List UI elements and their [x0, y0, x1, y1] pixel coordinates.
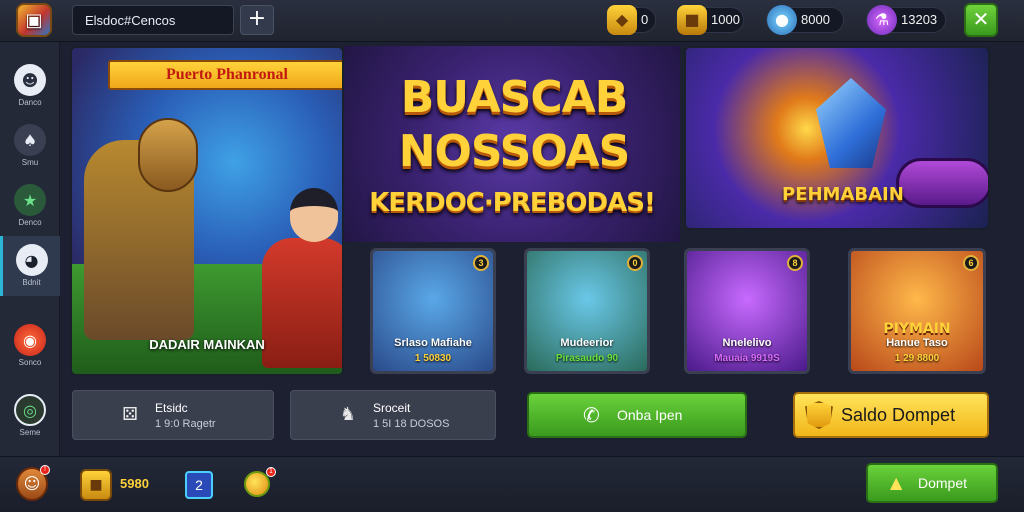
- cannon-art: [896, 158, 988, 208]
- play-now-button[interactable]: ✆ Onba Ipen: [527, 392, 747, 438]
- sidebar-item-label: Seme: [19, 428, 41, 437]
- card-title: Nnelelivo: [722, 337, 772, 349]
- fruit-notification-badge: 1: [266, 467, 276, 477]
- card-title: Hanue Taso: [886, 337, 948, 349]
- card-headline: PIYMAIN: [883, 321, 951, 337]
- orb-icon: ●: [767, 5, 797, 35]
- card-subtitle: 1 50830: [414, 353, 452, 364]
- info-title: Sroceit: [373, 401, 411, 415]
- resource-gold[interactable]: ■ 1000: [676, 5, 744, 35]
- sidebar-item-label: Denco: [18, 218, 42, 227]
- sidebar-item-bdnit[interactable]: ◕ Bdnit: [0, 236, 60, 296]
- resource-gems[interactable]: ◆ 0: [606, 5, 656, 35]
- potion-icon: ⚗: [867, 5, 897, 35]
- promo-card[interactable]: PEHMABAIN: [684, 46, 990, 230]
- wallet-button-label: Dompet: [918, 475, 968, 491]
- wallet-balance-label: Saldo Dompet: [841, 405, 956, 425]
- info-title: Etsidc: [155, 401, 188, 415]
- resource-potions[interactable]: ⚗ 13203: [866, 5, 946, 35]
- card-badge: 3: [473, 255, 489, 271]
- sidebar-item-sonco[interactable]: ◉ Sonco: [0, 316, 60, 376]
- sidebar-item-label: Sonco: [18, 358, 42, 367]
- avatar-notification-badge: !: [40, 465, 50, 475]
- wallet-balance-button[interactable]: Saldo Dompet: [793, 392, 989, 438]
- app-logo[interactable]: ▣: [16, 3, 52, 37]
- resource-gold-value: 1000: [711, 12, 740, 27]
- card-badge: 6: [963, 255, 979, 271]
- level-box-icon[interactable]: 2: [185, 471, 213, 499]
- sidebar-item-danco[interactable]: ☻ Danco: [0, 56, 60, 116]
- target-icon: ◎: [14, 394, 46, 426]
- star-icon: ★: [14, 184, 46, 216]
- phone-icon: ✆: [583, 403, 600, 427]
- sidebar-item-seme[interactable]: ◎ Seme: [0, 386, 60, 446]
- sidebar-item-smu[interactable]: ♠ Smu: [0, 116, 60, 176]
- card-title: Srlaso Mafiahe: [394, 337, 472, 349]
- banner-tagline: KERDOC·PREBODAS!: [369, 188, 656, 218]
- promo-label: PEHMABAIN: [782, 184, 904, 205]
- card-subtitle: Pirasaudo 90: [555, 353, 619, 364]
- dice-icon: ⚄: [122, 404, 138, 425]
- coin-balance: 5980: [120, 476, 149, 491]
- resource-gems-value: 0: [641, 12, 649, 27]
- sidebar-item-label: Danco: [18, 98, 42, 107]
- card-subtitle: Mauaia 9919S: [714, 353, 780, 364]
- close-button[interactable]: ✕: [964, 3, 998, 37]
- card-title: Mudeerior: [560, 337, 614, 349]
- warrior-helmet-art: [138, 118, 198, 192]
- game-card-4[interactable]: 6 PIYMAIN Hanue Taso 1 29 8800: [848, 248, 986, 374]
- hero-game-card[interactable]: Puerto Phanronal DADAIR MAINKAN: [70, 46, 344, 376]
- info-subtitle: 1 9:0 Ragetr: [155, 418, 216, 430]
- resource-potions-value: 13203: [901, 12, 938, 27]
- gem-icon: ◆: [607, 5, 637, 35]
- game-card-1[interactable]: 3 Srlaso Mafiahe 1 50830: [370, 248, 496, 374]
- sidebar-item-label: Bdnit: [22, 278, 41, 287]
- resource-orbs[interactable]: ● 8000: [766, 5, 844, 35]
- sidebar: ☻ Danco ♠ Smu ★ Denco ◕ Bdnit ◉ Sonco ◎ …: [0, 42, 60, 456]
- shield-icon: [805, 401, 833, 429]
- mask-icon: ♠: [14, 124, 46, 156]
- info-box-etsidc[interactable]: ⚄ Etsidc 1 9:0 Ragetr: [72, 390, 274, 440]
- wallet-button[interactable]: ▲ Dompet: [866, 463, 998, 503]
- resource-orbs-value: 8000: [801, 12, 830, 27]
- top-bar: ▣ Elsdoc#Cencos + ◆ 0 ■ 1000 ● 8000 ⚗ 13…: [0, 0, 1024, 42]
- sidebar-item-denco[interactable]: ★ Denco: [0, 176, 60, 236]
- banner-headline-1: BUASCAB: [400, 72, 629, 123]
- search-field[interactable]: Elsdoc#Cencos: [72, 5, 234, 35]
- hero-title-plate: Puerto Phanronal: [108, 60, 342, 90]
- up-arrow-icon: ▲: [890, 473, 903, 492]
- game-card-3[interactable]: 8 Nnelelivo Mauaia 9919S: [684, 248, 810, 374]
- info-box-sroceit[interactable]: ♞ Sroceit 1 5I 18 DOSOS: [290, 390, 496, 440]
- card-subtitle: 1 29 8800: [894, 353, 940, 364]
- add-button[interactable]: +: [240, 5, 274, 35]
- banner-headline-2: NOSSOAS: [398, 126, 631, 177]
- coin-chest-icon[interactable]: ■: [80, 469, 112, 501]
- card-badge: 8: [787, 255, 803, 271]
- sidebar-item-label: Smu: [21, 158, 39, 167]
- crystal-gem-art: [816, 78, 886, 168]
- promo-banner[interactable]: BUASCAB NOSSOAS KERDOC·PREBODAS!: [344, 46, 680, 242]
- info-subtitle: 1 5I 18 DOSOS: [373, 418, 450, 430]
- fighter-head-art: [290, 188, 338, 242]
- hero-caption: DADAIR MAINKAN: [149, 337, 265, 352]
- record-icon: ◉: [14, 324, 46, 356]
- game-card-2[interactable]: 0 Mudeerior Pirasaudo 90: [524, 248, 650, 374]
- play-now-label: Onba Ipen: [617, 407, 683, 423]
- gold-block-icon: ■: [677, 5, 707, 35]
- shield-knight-icon: ♞: [339, 404, 357, 425]
- helmet-icon: ◕: [15, 244, 48, 276]
- card-badge: 0: [627, 255, 643, 271]
- ghost-icon: ☻: [14, 64, 46, 96]
